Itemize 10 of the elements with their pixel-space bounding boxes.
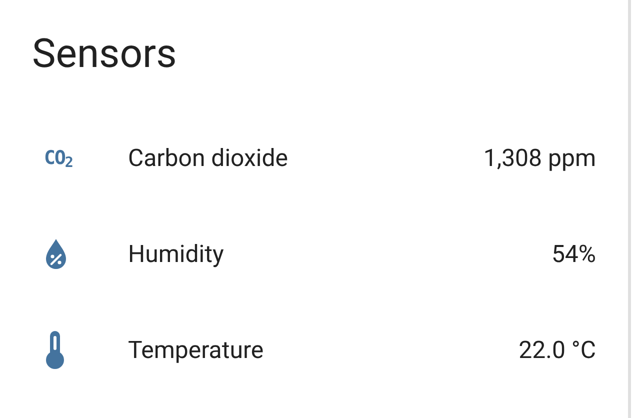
sensor-name: Carbon dioxide [128, 143, 288, 174]
water-drop-percent-icon [44, 238, 68, 270]
sensor-value: 54% [551, 239, 596, 270]
co2-label: CO$_{2}$ [44, 148, 72, 168]
sensor-value: 22.0 °C [518, 335, 596, 366]
sensor-name: Temperature [128, 335, 264, 366]
sensor-name: Humidity [128, 239, 224, 270]
sensor-value: 1,308 ppm [483, 143, 596, 174]
card-title: Sensors [32, 29, 178, 79]
thermometer-icon [44, 330, 66, 370]
